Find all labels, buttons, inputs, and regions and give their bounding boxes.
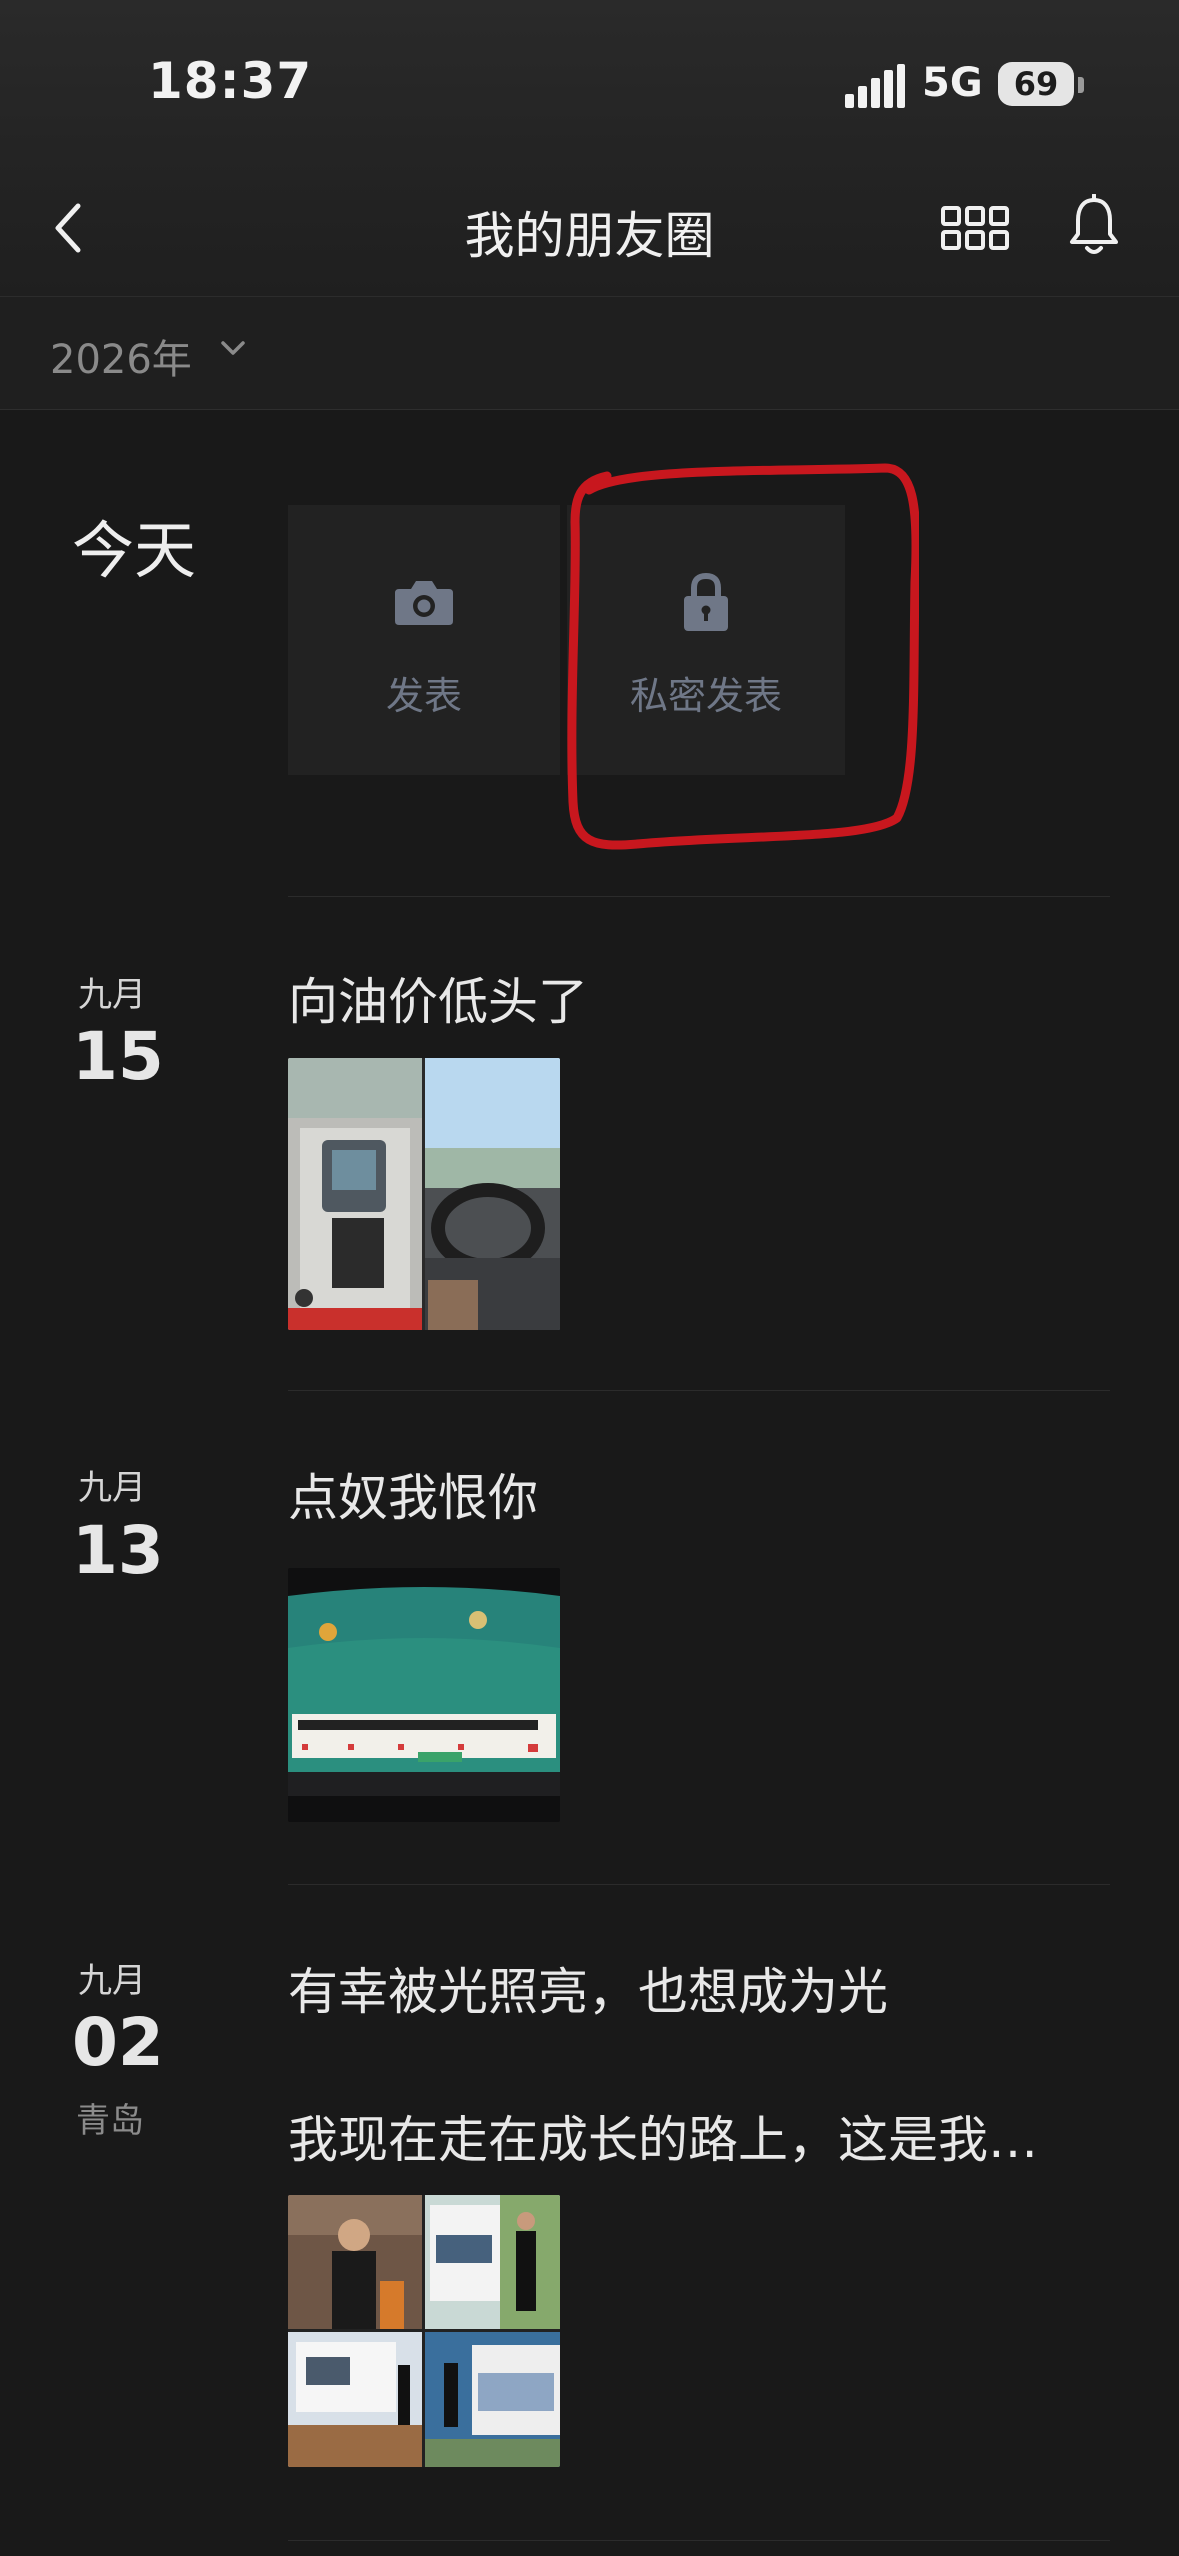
divider	[288, 896, 1110, 897]
post-text-continued[interactable]: 我现在走在成长的路上，这是我…	[288, 2100, 1038, 2172]
battery-indicator: 69	[998, 62, 1074, 106]
year-filter-bar[interactable]: 2026年	[0, 297, 1179, 410]
fuel-station-photo	[288, 1058, 560, 1330]
post-month: 九月	[78, 1468, 146, 1508]
divider	[288, 1390, 1110, 1391]
post-day: 13	[72, 1512, 164, 1589]
today-label: 今天	[72, 514, 197, 587]
post-image-grid[interactable]	[288, 2195, 560, 2467]
post-image-grid[interactable]	[288, 1058, 560, 1330]
cellular-signal-icon	[845, 64, 905, 108]
post-day: 02	[72, 2004, 164, 2081]
top-bar: 18:37 5G 69 我的朋友圈	[0, 0, 1179, 297]
bell-icon[interactable]	[1068, 194, 1120, 258]
post-text[interactable]: 向油价低头了	[288, 962, 588, 1034]
battery-tip-icon	[1078, 77, 1084, 93]
network-type: 5G	[922, 60, 983, 106]
chevron-down-icon[interactable]	[220, 339, 246, 357]
post-text[interactable]: 有幸被光照亮，也想成为光	[288, 1952, 888, 2024]
speaker-photos	[288, 2195, 560, 2467]
post-image[interactable]	[288, 1568, 560, 1822]
divider	[288, 1884, 1110, 1885]
divider	[288, 2540, 1110, 2541]
red-annotation-circle	[567, 463, 919, 850]
grid-icon[interactable]	[940, 205, 1010, 251]
status-time: 18:37	[148, 52, 313, 110]
camera-icon	[395, 581, 453, 625]
post-day: 15	[72, 1018, 164, 1095]
post-month: 九月	[78, 1961, 146, 2001]
post-month: 九月	[78, 975, 146, 1015]
publish-button[interactable]: 发表	[288, 505, 560, 775]
publish-label: 发表	[385, 674, 462, 718]
post-text[interactable]: 点奴我恨你	[288, 1458, 538, 1530]
post-location[interactable]: 青岛	[76, 2093, 144, 2142]
year-filter-label[interactable]: 2026年	[50, 327, 192, 385]
card-game-photo	[288, 1568, 560, 1822]
